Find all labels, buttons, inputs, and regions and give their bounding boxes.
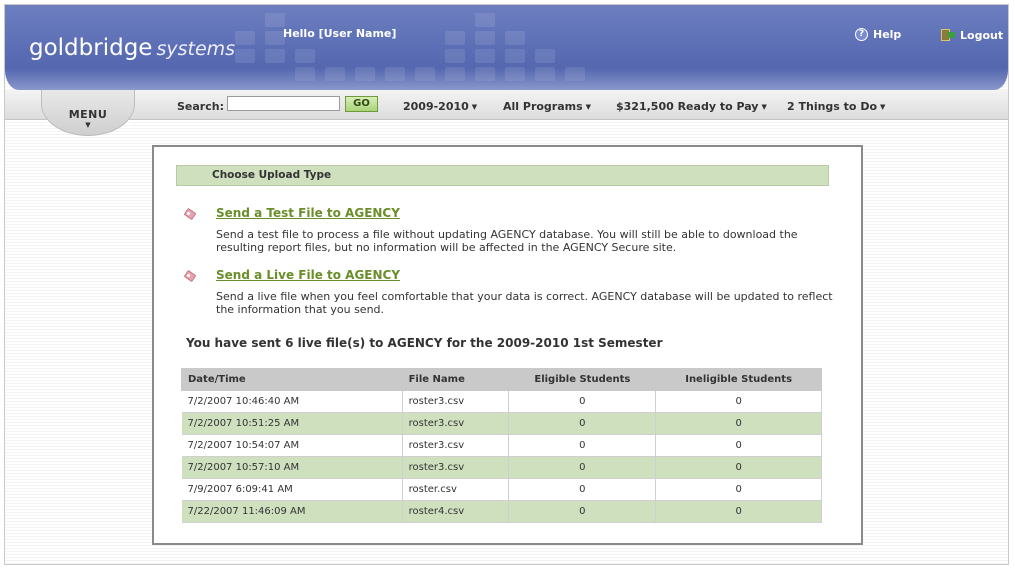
table-header-row: Date/Time File Name Eligible Students In…: [181, 368, 822, 391]
help-icon: ?: [855, 28, 868, 41]
chevron-down-icon: ▼: [585, 103, 592, 111]
column-header: Eligible Students: [508, 368, 657, 391]
cell-filename: roster.csv: [401, 478, 510, 501]
app-frame: goldbridge systems Hello [User Name] ? He…: [4, 4, 1009, 565]
table-row: 7/2/2007 10:57:10 AM roster3.csv 0 0: [181, 456, 822, 479]
cell-ineligible: 0: [655, 456, 822, 479]
programs-dropdown[interactable]: All Programs ▼: [503, 100, 591, 113]
tag-icon: [183, 207, 198, 221]
upload-panel: Choose Upload Type Send a Test File to A…: [152, 145, 863, 545]
tag-icon: [183, 269, 198, 283]
header-banner: goldbridge systems Hello [User Name] ? He…: [5, 5, 1008, 90]
live-file-description: Send a live file when you feel comfortab…: [216, 290, 833, 316]
cell-datetime: 7/22/2007 11:46:09 AM: [181, 500, 403, 523]
cell-eligible: 0: [508, 478, 657, 501]
cell-ineligible: 0: [655, 478, 822, 501]
chevron-down-icon: ▼: [85, 121, 91, 129]
help-label: Help: [873, 28, 902, 41]
cell-datetime: 7/2/2007 10:51:25 AM: [181, 412, 403, 435]
brand-name: goldbridge: [29, 35, 153, 61]
sent-files-table: Date/Time File Name Eligible Students In…: [181, 368, 822, 523]
table-row: 7/2/2007 10:54:07 AM roster3.csv 0 0: [181, 434, 822, 457]
year-dropdown[interactable]: 2009-2010 ▼: [403, 100, 477, 113]
search-input[interactable]: [227, 96, 340, 111]
cell-datetime: 7/2/2007 10:57:10 AM: [181, 456, 403, 479]
search-label: Search:: [177, 100, 224, 113]
cell-ineligible: 0: [655, 412, 822, 435]
send-live-file-link[interactable]: Send a Live File to AGENCY: [216, 268, 400, 282]
chevron-down-icon: ▼: [761, 103, 767, 111]
sent-files-summary: You have sent 6 live file(s) to AGENCY f…: [186, 336, 663, 350]
cell-eligible: 0: [508, 456, 657, 479]
logout-icon: [941, 28, 955, 42]
cell-datetime: 7/9/2007 6:09:41 AM: [181, 478, 403, 501]
table-row: 7/9/2007 6:09:41 AM roster.csv 0 0: [181, 478, 822, 501]
brand-suffix: systems: [156, 38, 236, 60]
cell-datetime: 7/2/2007 10:46:40 AM: [181, 390, 403, 413]
things-to-do-dropdown[interactable]: 2 Things to Do ▼: [787, 100, 885, 113]
cell-eligible: 0: [508, 390, 657, 413]
header-decoration: [235, 5, 595, 90]
cell-eligible: 0: [508, 412, 657, 435]
cell-eligible: 0: [508, 434, 657, 457]
cell-ineligible: 0: [655, 390, 822, 413]
cell-filename: roster3.csv: [401, 434, 510, 457]
chevron-down-icon: ▼: [471, 103, 478, 111]
go-button[interactable]: GO: [345, 96, 378, 112]
cell-ineligible: 0: [655, 500, 822, 523]
ready-to-pay-label: $321,500 Ready to Pay: [616, 100, 759, 113]
logout-link[interactable]: Logout: [941, 28, 1003, 42]
column-header: Date/Time: [181, 368, 403, 391]
logout-label: Logout: [960, 28, 1004, 42]
table-row: 7/2/2007 10:46:40 AM roster3.csv 0 0: [181, 390, 822, 413]
column-header: Ineligible Students: [655, 368, 822, 391]
chevron-down-icon: ▼: [880, 103, 886, 111]
cell-ineligible: 0: [655, 434, 822, 457]
upload-type-heading: Choose Upload Type: [176, 165, 829, 186]
menu-label: MENU: [68, 108, 108, 121]
user-greeting: Hello [User Name]: [283, 27, 397, 40]
programs-dropdown-label: All Programs: [503, 100, 583, 113]
cell-filename: roster3.csv: [401, 390, 510, 413]
things-to-do-label: 2 Things to Do: [787, 100, 878, 113]
year-dropdown-label: 2009-2010: [403, 100, 469, 113]
test-file-description: Send a test file to process a file witho…: [216, 228, 798, 254]
cell-datetime: 7/2/2007 10:54:07 AM: [181, 434, 403, 457]
help-link[interactable]: ? Help: [855, 28, 901, 41]
brand-logo: goldbridge systems: [29, 35, 235, 61]
cell-filename: roster3.csv: [401, 456, 510, 479]
menu-button[interactable]: MENU ▼: [41, 90, 135, 136]
cell-eligible: 0: [508, 500, 657, 523]
cell-filename: roster4.csv: [401, 500, 510, 523]
table-row: 7/2/2007 10:51:25 AM roster3.csv 0 0: [181, 412, 822, 435]
send-test-file-link[interactable]: Send a Test File to AGENCY: [216, 206, 400, 220]
column-header: File Name: [401, 368, 510, 391]
cell-filename: roster3.csv: [401, 412, 510, 435]
ready-to-pay-dropdown[interactable]: $321,500 Ready to Pay ▼: [616, 100, 767, 113]
table-row: 7/22/2007 11:46:09 AM roster4.csv 0 0: [181, 500, 822, 523]
